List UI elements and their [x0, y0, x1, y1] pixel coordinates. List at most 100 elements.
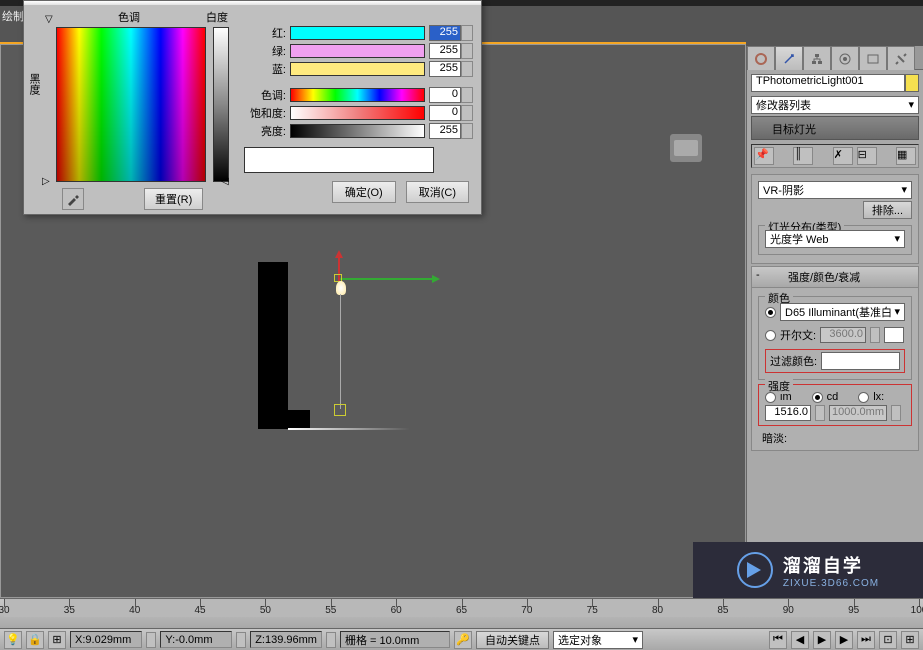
red-input[interactable]: 255: [429, 25, 461, 41]
configure-sets-button[interactable]: ▦: [896, 147, 916, 165]
goto-start-button[interactable]: ⏮: [769, 631, 787, 649]
hue-slider[interactable]: [290, 88, 425, 102]
eyedropper-button[interactable]: [62, 188, 84, 210]
ok-button[interactable]: 确定(O): [332, 181, 396, 203]
whiteness-slider[interactable]: [213, 27, 229, 182]
grid-display: 栅格 = 10.0mm: [340, 631, 450, 648]
tab-display[interactable]: [859, 46, 887, 70]
key-button[interactable]: 🔑: [454, 631, 472, 649]
x-input[interactable]: [85, 634, 137, 646]
sat-slider[interactable]: [290, 106, 425, 120]
command-panel: TPhotometricLight001 修改器列表 目标灯光 📌 ║ ✗ ⊟ …: [746, 46, 923, 598]
pin-stack-button[interactable]: 📌: [754, 147, 774, 165]
shadow-type-dropdown[interactable]: VR-阴影: [758, 181, 912, 199]
sat-input[interactable]: 0: [429, 105, 461, 121]
tick-label: 65: [456, 605, 467, 616]
lock-button[interactable]: 💡: [4, 631, 22, 649]
tab-utilities[interactable]: [887, 46, 915, 70]
intensity-input[interactable]: 1516.0: [765, 405, 811, 421]
cancel-button[interactable]: 取消(C): [406, 181, 469, 203]
show-end-result-button[interactable]: ║: [793, 147, 813, 165]
z-coord-field[interactable]: Z:: [250, 631, 322, 648]
z-input[interactable]: [265, 634, 317, 646]
whiteness-label: 白度: [206, 9, 228, 25]
scene-object[interactable]: [258, 262, 408, 430]
gizmo-x-axis[interactable]: [338, 278, 438, 280]
autokey-button[interactable]: 自动关键点: [476, 631, 549, 649]
hue-spinner[interactable]: [461, 87, 473, 103]
hue-label: 色调: [118, 9, 140, 25]
hue-sat-field[interactable]: [56, 27, 206, 182]
intensity-spinner[interactable]: [815, 405, 825, 421]
tab-motion[interactable]: [831, 46, 859, 70]
exclude-button[interactable]: 排除...: [863, 201, 912, 219]
lx-radio[interactable]: [858, 392, 869, 403]
play-button[interactable]: ▶: [813, 631, 831, 649]
filter-color-label: 过滤颜色:: [770, 353, 817, 369]
illuminant-dropdown[interactable]: D65 Illuminant(基准白: [780, 303, 905, 321]
sat-spinner[interactable]: [461, 105, 473, 121]
modifier-list-dropdown[interactable]: 修改器列表: [751, 96, 919, 114]
y-coord-field[interactable]: Y:: [160, 631, 232, 648]
kelvin-radio[interactable]: [765, 330, 776, 341]
lm-radio[interactable]: [765, 392, 776, 403]
z-spinner[interactable]: [326, 632, 336, 648]
distance-input: 1000.0mm: [829, 405, 887, 421]
val-slider[interactable]: [290, 124, 425, 138]
viewport-nav2-button[interactable]: ⊞: [901, 631, 919, 649]
y-input[interactable]: [175, 634, 227, 646]
play-icon: [737, 552, 773, 588]
kelvin-swatch[interactable]: [884, 327, 904, 343]
x-spinner[interactable]: [146, 632, 156, 648]
watermark: 溜溜自学 ZIXUE.3D66.COM: [693, 542, 923, 598]
green-spinner[interactable]: [461, 43, 473, 59]
red-label: 红:: [240, 25, 286, 41]
modifier-stack-item[interactable]: 目标灯光: [751, 116, 919, 140]
timeline[interactable]: 3035404550556065707580859095100: [0, 598, 923, 628]
tab-create[interactable]: [747, 46, 775, 70]
blue-slider[interactable]: [290, 62, 425, 76]
red-spinner[interactable]: [461, 25, 473, 41]
hue-marker[interactable]: ▽: [45, 14, 53, 25]
next-frame-button[interactable]: ▶: [835, 631, 853, 649]
whiteness-slider-handle[interactable]: ◁: [221, 176, 229, 187]
green-input[interactable]: 255: [429, 43, 461, 59]
blue-input[interactable]: 255: [429, 61, 461, 77]
tick-label: 70: [521, 605, 532, 616]
blackness-slider-handle[interactable]: ▷: [42, 176, 50, 187]
hue2-label: 色调:: [240, 87, 286, 103]
viewport-nav-button[interactable]: ⊡: [879, 631, 897, 649]
cd-radio[interactable]: [812, 392, 823, 403]
key-filter-dropdown[interactable]: 选定对象: [553, 631, 643, 649]
filter-color-swatch[interactable]: [821, 352, 900, 370]
transform-mode-button[interactable]: ⊞: [48, 631, 66, 649]
x-coord-field[interactable]: X:: [70, 631, 142, 648]
light-target[interactable]: [334, 404, 346, 416]
object-name-input[interactable]: TPhotometricLight001: [751, 74, 905, 92]
tick-label: 55: [325, 605, 336, 616]
y-spinner[interactable]: [236, 632, 246, 648]
lock-selection-button[interactable]: 🔒: [26, 631, 44, 649]
red-slider[interactable]: [290, 26, 425, 40]
sat-label: 饱和度:: [240, 105, 286, 121]
rollup-intensity-header[interactable]: - 强度/颜色/衰减: [752, 267, 918, 288]
make-unique-button[interactable]: ✗: [833, 147, 853, 165]
time-ruler[interactable]: 3035404550556065707580859095100: [4, 599, 919, 617]
illuminant-radio[interactable]: [765, 307, 776, 318]
light-bulb-icon[interactable]: [336, 281, 346, 295]
reset-button[interactable]: 重置(R): [144, 188, 203, 210]
hue-input[interactable]: 0: [429, 87, 461, 103]
goto-end-button[interactable]: ⏭: [857, 631, 875, 649]
object-color-swatch[interactable]: [905, 74, 919, 92]
tick-label: 85: [717, 605, 728, 616]
tick-label: 45: [195, 605, 206, 616]
blue-spinner[interactable]: [461, 61, 473, 77]
green-slider[interactable]: [290, 44, 425, 58]
tab-modify[interactable]: [775, 46, 803, 70]
tab-hierarchy[interactable]: [803, 46, 831, 70]
distribution-dropdown[interactable]: 光度学 Web: [765, 230, 905, 248]
val-spinner[interactable]: [461, 123, 473, 139]
remove-modifier-button[interactable]: ⊟: [857, 147, 877, 165]
prev-frame-button[interactable]: ◀: [791, 631, 809, 649]
val-input[interactable]: 255: [429, 123, 461, 139]
